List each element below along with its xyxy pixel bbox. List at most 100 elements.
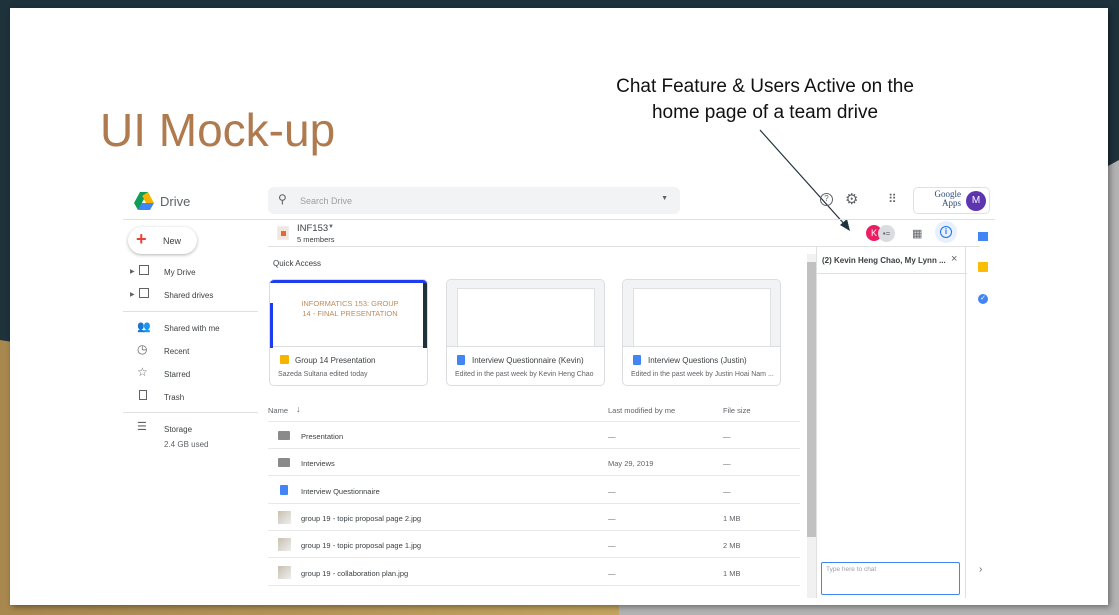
search-options-icon[interactable]: ▼ [661, 195, 668, 202]
doc-icon [633, 355, 641, 365]
sidebar-item-shared-with-me[interactable]: 👥 Shared with me [128, 321, 268, 337]
sidebar-label: My Drive [164, 268, 196, 277]
card-title: Interview Questionnaire (Kevin) [472, 356, 584, 365]
file-size: — [723, 432, 731, 441]
sort-arrow-icon[interactable]: ↓ [296, 404, 301, 414]
card-thumbnail [447, 280, 604, 347]
new-button[interactable]: + New [128, 227, 197, 254]
sidebar-label: Shared drives [164, 291, 214, 300]
file-name: group 19 - topic proposal page 2.jpg [301, 513, 422, 523]
keep-icon[interactable] [978, 262, 988, 272]
annotation: Chat Feature & Users Active on the home p… [600, 74, 930, 126]
file-name: Presentation [301, 432, 344, 441]
card-subtitle: Sazeda Sultana edited today [278, 371, 368, 378]
table-row[interactable]: group 19 - topic proposal page 1.jpg — 2 M… [268, 531, 800, 559]
account-avatar[interactable]: M [966, 191, 986, 211]
file-modified: — [608, 486, 616, 496]
storage-section[interactable]: ☰ Storage 2.4 GB used [128, 421, 268, 452]
annotation-line-2: home page of a team drive [651, 102, 879, 123]
quick-access-card[interactable]: Interview Questionnaire (Kevin) Edited i… [446, 279, 605, 386]
sidebar-item-shared-drives[interactable]: ▶ Shared drives [128, 288, 268, 304]
table-header: Name ↓ Last modified by me File size [268, 400, 800, 422]
table-row[interactable]: Interviews May 29, 2019 — [268, 449, 800, 477]
sidebar-label: Recent [164, 347, 190, 356]
slide-title: UI Mock-up [100, 104, 336, 156]
file-modified: — [608, 432, 616, 441]
settings-icon[interactable]: ⚙ [845, 190, 858, 208]
sidebar-label: Shared with me [164, 324, 220, 333]
file-name: group 19 - topic proposal page 1.jpg [301, 541, 422, 551]
table-row[interactable]: Presentation — — [268, 422, 800, 449]
expand-panel-icon[interactable]: › [979, 564, 982, 575]
table-row[interactable]: group 19 - collaboration plan.jpg — 1 MB [268, 559, 800, 586]
doc-icon [457, 355, 465, 365]
image-thumbnail-icon [278, 510, 291, 524]
team-drive-icon [277, 226, 289, 240]
sidebar-item-my-drive[interactable]: ▶ My Drive [128, 265, 268, 281]
table-row[interactable]: Interview Questionnaire — — [268, 477, 800, 504]
sidebar-divider [123, 311, 258, 312]
google-apps-logo: Google Apps [934, 189, 962, 208]
close-icon[interactable]: × [951, 253, 957, 265]
calendar-icon[interactable] [978, 232, 988, 241]
clock-icon: ◷ [137, 342, 148, 356]
card-subtitle: Edited in the past week by Justin Hoai N… [631, 371, 774, 378]
image-thumbnail-icon [278, 565, 291, 579]
column-header-name[interactable]: Name [268, 406, 288, 415]
annotation-arrow [759, 129, 850, 231]
help-icon[interactable]: ? [820, 193, 833, 206]
search-input[interactable]: ⚲ Search Drive ▼ [268, 187, 680, 214]
drive-logo-text: Drive [160, 194, 191, 209]
column-header-modified[interactable]: Last modified by me [608, 406, 675, 415]
file-modified: — [608, 513, 616, 523]
drive-logo-icon [134, 192, 154, 210]
annotation-line-1: Chat Feature & Users Active on the [616, 76, 914, 97]
sidebar-item-trash[interactable]: Trash [128, 390, 268, 406]
people-icon: 👥 [137, 321, 151, 333]
storage-icon: ☰ [137, 421, 147, 433]
expand-icon[interactable]: ▶ [130, 291, 135, 298]
card-thumbnail [623, 280, 780, 347]
sidebar-divider [123, 412, 258, 413]
apps-grid-icon[interactable]: ⠿ [888, 192, 897, 206]
doc-icon [280, 484, 288, 495]
folder-icon [278, 431, 290, 440]
team-drive-name[interactable]: INF153 [297, 223, 328, 234]
team-drive-members[interactable]: 5 members [297, 235, 335, 244]
storage-used: 2.4 GB used [164, 440, 209, 449]
info-icon: i [940, 226, 952, 238]
tasks-icon[interactable]: ✓ [978, 294, 988, 304]
scrollbar[interactable] [807, 254, 816, 598]
file-modified: — [608, 568, 616, 578]
shared-drives-icon [139, 288, 149, 298]
card-title: Interview Questions (Justin) [648, 356, 747, 365]
chat-toggle-icon[interactable]: ▪= [878, 225, 895, 242]
sidebar-label: Starred [164, 370, 191, 379]
file-modified: — [608, 541, 616, 551]
folder-icon [278, 458, 290, 468]
file-size: — [723, 459, 731, 469]
file-size: 1 MB [723, 568, 741, 578]
sidebar-item-recent[interactable]: ◷ Recent [128, 342, 268, 360]
chat-input[interactable]: Type here to chat [821, 562, 960, 595]
column-header-size[interactable]: File size [723, 406, 751, 415]
scrollbar-thumb[interactable] [807, 262, 816, 537]
grid-view-icon[interactable]: ▦ [912, 227, 922, 240]
chat-divider [817, 273, 967, 274]
search-icon: ⚲ [278, 192, 287, 206]
account-area[interactable]: Google Apps M [913, 187, 990, 214]
trash-icon [139, 390, 147, 400]
sidebar-item-starred[interactable]: ☆ Starred [128, 365, 268, 383]
expand-icon[interactable]: ▶ [130, 268, 135, 275]
quick-access-card[interactable]: INFORMATICS 153: GROUP 14 - FINAL PRESEN… [269, 279, 428, 386]
search-placeholder: Search Drive [300, 196, 353, 206]
storage-label: Storage [164, 425, 193, 434]
table-row[interactable]: group 19 - topic proposal page 2.jpg — 1 M… [268, 504, 800, 531]
quick-access-card[interactable]: Interview Questions (Justin) Edited in t… [622, 279, 781, 386]
file-name: group 19 - collaboration plan.jpg [301, 568, 409, 578]
team-drive-menu-icon[interactable]: ▼ [328, 224, 334, 230]
quick-access-heading: Quick Access [273, 259, 322, 268]
file-size: 2 MB [723, 541, 741, 551]
info-button[interactable]: i [935, 221, 957, 243]
card-subtitle: Edited in the past week by Kevin Heng Ch… [455, 371, 594, 378]
